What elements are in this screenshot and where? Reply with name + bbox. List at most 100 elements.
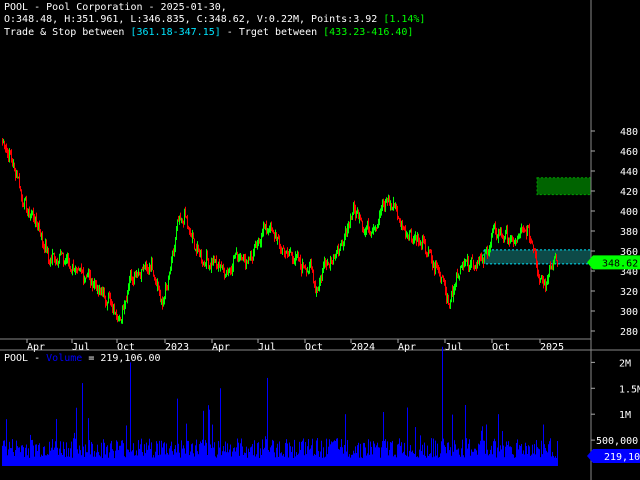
volume-bar bbox=[518, 449, 519, 466]
volume-bar bbox=[345, 414, 346, 466]
volume-bar bbox=[350, 457, 351, 466]
ticker-label: POOL bbox=[4, 2, 29, 13]
candle-body bbox=[429, 249, 430, 253]
candle-body bbox=[198, 247, 199, 249]
change-percent: [1.14%] bbox=[383, 14, 426, 25]
volume-bar bbox=[499, 451, 500, 466]
candle-body bbox=[373, 226, 374, 233]
volume-bar bbox=[236, 447, 237, 466]
volume-bar bbox=[175, 445, 176, 466]
candle-body bbox=[314, 283, 315, 285]
candle-body bbox=[194, 239, 195, 249]
volume-bar bbox=[405, 454, 406, 466]
candle-body bbox=[38, 224, 39, 229]
volume-bar bbox=[318, 451, 319, 466]
candle-body bbox=[197, 245, 198, 251]
volume-bar bbox=[58, 454, 59, 466]
candle-body bbox=[350, 217, 351, 227]
volume-bar bbox=[168, 454, 169, 466]
candle-body bbox=[533, 244, 534, 249]
candle-body bbox=[130, 270, 131, 280]
candle-body bbox=[382, 203, 383, 207]
candle-body bbox=[548, 274, 549, 280]
volume-bar bbox=[317, 438, 318, 466]
volume-bar bbox=[187, 440, 188, 466]
candle-body bbox=[136, 271, 137, 276]
candle-body bbox=[390, 204, 391, 206]
candle-body bbox=[544, 282, 545, 285]
volume-bar bbox=[156, 441, 157, 466]
candle-body bbox=[61, 252, 62, 254]
candle-body bbox=[415, 235, 416, 240]
volume-bar bbox=[436, 455, 437, 466]
candle-body bbox=[467, 257, 468, 262]
volume-bar bbox=[444, 445, 445, 466]
candle-body bbox=[137, 272, 138, 274]
volume-bar bbox=[488, 455, 489, 466]
volume-bar bbox=[249, 452, 250, 466]
volume-bar bbox=[329, 439, 330, 466]
volume-bar bbox=[519, 444, 520, 466]
candle-body bbox=[446, 289, 447, 300]
volume-bar bbox=[75, 438, 76, 466]
candle-body bbox=[508, 240, 509, 242]
candle-body bbox=[432, 260, 433, 266]
volume-bar bbox=[521, 444, 522, 466]
candle-body bbox=[401, 221, 402, 226]
volume-bar bbox=[555, 456, 556, 466]
candle-body bbox=[529, 226, 530, 241]
volume-bar bbox=[439, 457, 440, 466]
volume-bar bbox=[394, 454, 395, 466]
volume-bar bbox=[162, 447, 163, 466]
volume-bar bbox=[398, 443, 399, 466]
candle-body bbox=[54, 252, 55, 261]
candle-body bbox=[510, 239, 511, 244]
volume-bar bbox=[128, 449, 129, 466]
candle-body bbox=[318, 286, 319, 290]
volume-bar bbox=[366, 455, 367, 466]
volume-bar bbox=[194, 456, 195, 466]
volume-bar bbox=[303, 438, 304, 466]
volume-bar bbox=[186, 423, 187, 466]
volume-bar bbox=[283, 453, 284, 466]
candle-body bbox=[160, 294, 161, 300]
volume-bar bbox=[312, 438, 313, 466]
candle-body bbox=[488, 253, 489, 255]
volume-bar bbox=[132, 450, 133, 466]
volume-bar bbox=[27, 455, 28, 466]
candle-body bbox=[172, 251, 173, 259]
candle-body bbox=[366, 227, 367, 232]
volume-bar bbox=[278, 456, 279, 466]
candle-body bbox=[522, 228, 523, 230]
volume-bar bbox=[74, 432, 75, 466]
candle-body bbox=[552, 265, 553, 269]
candle-body bbox=[110, 296, 111, 301]
volume-bar bbox=[468, 443, 469, 466]
candle-body bbox=[227, 270, 228, 273]
candle-body bbox=[351, 216, 352, 218]
candle-body bbox=[453, 290, 454, 298]
volume-bar bbox=[209, 409, 210, 466]
candle-body bbox=[386, 201, 387, 203]
volume-bar bbox=[99, 455, 100, 466]
volume-bar bbox=[160, 454, 161, 466]
candle-body bbox=[433, 264, 434, 266]
candle-body bbox=[108, 296, 109, 302]
candle-body bbox=[132, 277, 133, 281]
candle-body bbox=[46, 242, 47, 253]
candle-body bbox=[288, 253, 289, 255]
candle-body bbox=[103, 291, 104, 296]
candle-body bbox=[264, 225, 265, 227]
candle-body bbox=[126, 299, 127, 302]
candle-body bbox=[73, 264, 74, 271]
volume-bar bbox=[463, 455, 464, 466]
candle-body bbox=[88, 272, 89, 276]
candle-body bbox=[486, 248, 487, 252]
volume-bar bbox=[148, 445, 149, 466]
candle-body bbox=[327, 262, 328, 265]
volume-bar bbox=[195, 445, 196, 466]
volume-bar bbox=[485, 453, 486, 466]
y-tick-label: 300 bbox=[620, 307, 638, 318]
volume-bar bbox=[57, 447, 58, 466]
volume-bar bbox=[409, 450, 410, 466]
